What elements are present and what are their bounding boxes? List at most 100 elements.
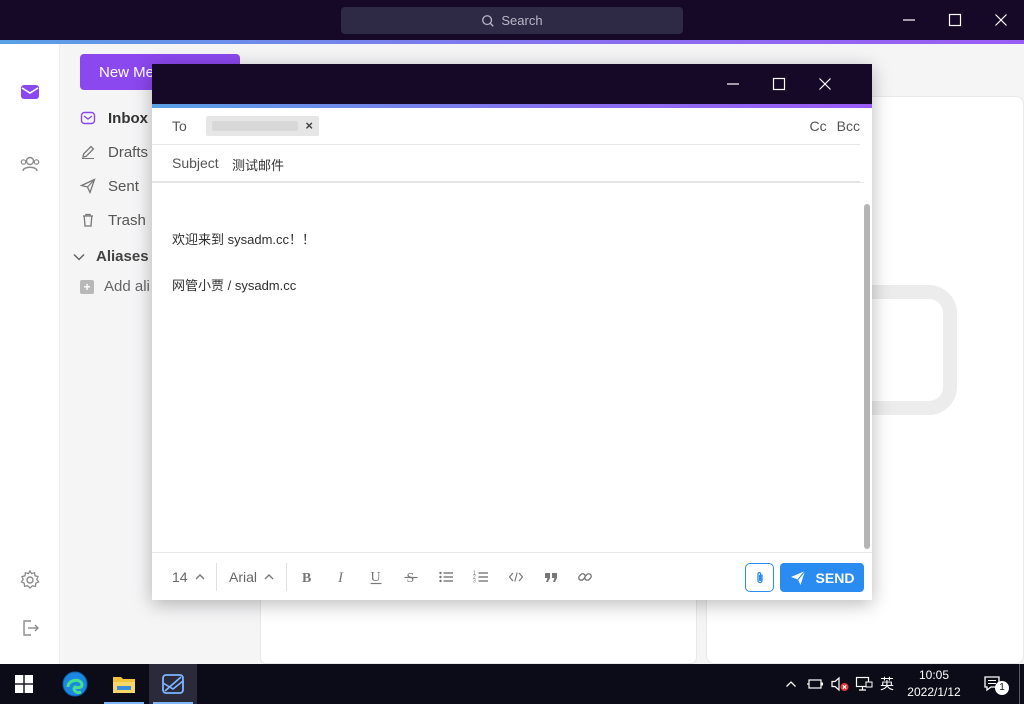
numbered-list-icon: 123	[473, 571, 488, 585]
folder-label: Sent	[108, 177, 139, 195]
bold-button[interactable]: B	[297, 567, 317, 587]
chevron-down-icon	[73, 253, 85, 261]
logout-icon	[23, 620, 39, 636]
link-button[interactable]	[575, 567, 595, 587]
show-hidden-icons-button[interactable]	[780, 664, 802, 704]
underline-button[interactable]: U	[366, 567, 386, 587]
minimize-icon	[727, 83, 739, 85]
logout-nav-button[interactable]	[18, 616, 42, 640]
clock-date: 2022/1/12	[907, 685, 961, 699]
app-close-button[interactable]	[978, 0, 1024, 40]
italic-icon: I	[337, 570, 344, 585]
svg-text:B: B	[302, 571, 311, 585]
contacts-nav-button[interactable]	[18, 152, 42, 176]
cc-bcc-group: Cc Bcc	[810, 118, 860, 134]
minimize-icon	[903, 19, 915, 21]
file-explorer-taskbar-button[interactable]	[100, 664, 148, 704]
mail-nav-button[interactable]	[18, 80, 42, 104]
mail-icon	[21, 85, 39, 99]
app-minimize-button[interactable]	[886, 0, 932, 40]
gear-icon	[20, 569, 40, 589]
compose-minimize-button[interactable]	[710, 64, 756, 104]
edge-browser-icon	[62, 671, 88, 697]
recipient-chip[interactable]: ×	[206, 116, 319, 136]
network-tray-button[interactable]	[852, 664, 876, 704]
remove-recipient-button[interactable]: ×	[305, 118, 313, 133]
aliases-toggle[interactable]: Aliases	[72, 248, 149, 265]
edge-taskbar-button[interactable]	[51, 664, 99, 704]
toolbar-divider	[286, 563, 287, 591]
body-line: 网管小贾 / sysadm.cc	[172, 278, 297, 293]
italic-button[interactable]: I	[332, 567, 352, 587]
volume-tray-button[interactable]	[828, 664, 852, 704]
code-icon	[508, 572, 524, 582]
to-row[interactable]: To × Cc Bcc	[152, 108, 860, 145]
search-bar[interactable]: Search	[341, 7, 683, 34]
taskbar: 英 10:05 2022/1/12 1	[0, 664, 1024, 704]
quote-icon	[545, 573, 557, 582]
code-button[interactable]	[506, 567, 526, 587]
folder-sent[interactable]: Sent	[80, 174, 139, 198]
subject-row[interactable]: Subject 测试邮件	[152, 145, 860, 182]
send-label: SEND	[815, 569, 855, 586]
notification-center-button[interactable]: 1	[978, 664, 1009, 704]
send-button[interactable]: SEND	[780, 563, 864, 592]
notification-count-badge: 1	[995, 681, 1009, 695]
strikethrough-button[interactable]: S	[401, 567, 421, 587]
strikethrough-icon: S	[404, 571, 418, 585]
recipient-redacted	[212, 121, 298, 131]
folder-label: Inbox	[108, 109, 148, 127]
font-size-value: 14	[172, 569, 188, 585]
body-line: 欢迎来到 sysadm.cc！！	[172, 232, 316, 247]
search-placeholder: Search	[501, 13, 543, 28]
font-family-select[interactable]: Arial	[229, 565, 275, 589]
cc-toggle[interactable]: Cc	[810, 118, 827, 134]
trash-icon	[83, 213, 93, 227]
taskbar-clock[interactable]: 10:05 2022/1/12	[896, 667, 972, 701]
body-scrollbar[interactable]	[864, 204, 870, 549]
pencil-icon	[82, 145, 95, 159]
mail-app-taskbar-button[interactable]	[149, 664, 197, 704]
folder-icon	[113, 677, 135, 693]
toolbar-divider	[216, 563, 217, 591]
bcc-toggle[interactable]: Bcc	[837, 118, 860, 134]
show-desktop-edge[interactable]	[1019, 664, 1020, 704]
quote-button[interactable]	[541, 567, 561, 587]
paper-plane-icon	[80, 178, 96, 194]
folder-label: Drafts	[108, 143, 149, 161]
folder-trash[interactable]: Trash	[80, 208, 146, 232]
folder-inbox[interactable]: Inbox	[80, 106, 148, 130]
nav-rail	[0, 44, 60, 664]
app-maximize-button[interactable]	[932, 0, 978, 40]
folder-drafts[interactable]: Drafts	[80, 140, 148, 164]
start-button[interactable]	[0, 664, 48, 704]
mail-app-icon	[162, 674, 184, 694]
app-titlebar: Search	[0, 0, 1024, 40]
bullet-list-button[interactable]	[436, 567, 456, 587]
ime-label: 英	[880, 676, 894, 692]
contacts-icon	[20, 156, 40, 172]
subject-label: Subject	[172, 155, 219, 171]
battery-icon	[807, 679, 823, 689]
message-body-editor[interactable]: 欢迎来到 sysadm.cc！！ 网管小贾 / sysadm.cc	[152, 182, 864, 552]
close-icon	[995, 14, 1007, 26]
numbered-list-button[interactable]: 123	[471, 567, 491, 587]
format-toolbar: 14 Arial B I U S 123	[152, 552, 872, 600]
add-alias-label: Add ali	[104, 278, 150, 295]
font-size-select[interactable]: 14	[172, 565, 206, 589]
new-message-label: New Me	[99, 63, 155, 81]
compose-maximize-button[interactable]	[756, 64, 802, 104]
paperclip-icon	[756, 571, 763, 583]
settings-nav-button[interactable]	[18, 568, 42, 592]
power-tray-button[interactable]	[804, 664, 828, 704]
attach-button[interactable]	[745, 563, 774, 592]
chevron-up-icon	[195, 574, 205, 580]
add-alias-button[interactable]: + Add ali	[80, 278, 150, 295]
ime-indicator[interactable]: 英	[876, 664, 898, 704]
svg-text:I: I	[337, 570, 344, 585]
subject-input[interactable]: 测试邮件	[232, 155, 284, 174]
volume-muted-icon	[831, 676, 849, 692]
compose-close-button[interactable]	[802, 64, 848, 104]
chevron-up-icon	[786, 681, 796, 687]
inbox-icon	[80, 111, 96, 125]
